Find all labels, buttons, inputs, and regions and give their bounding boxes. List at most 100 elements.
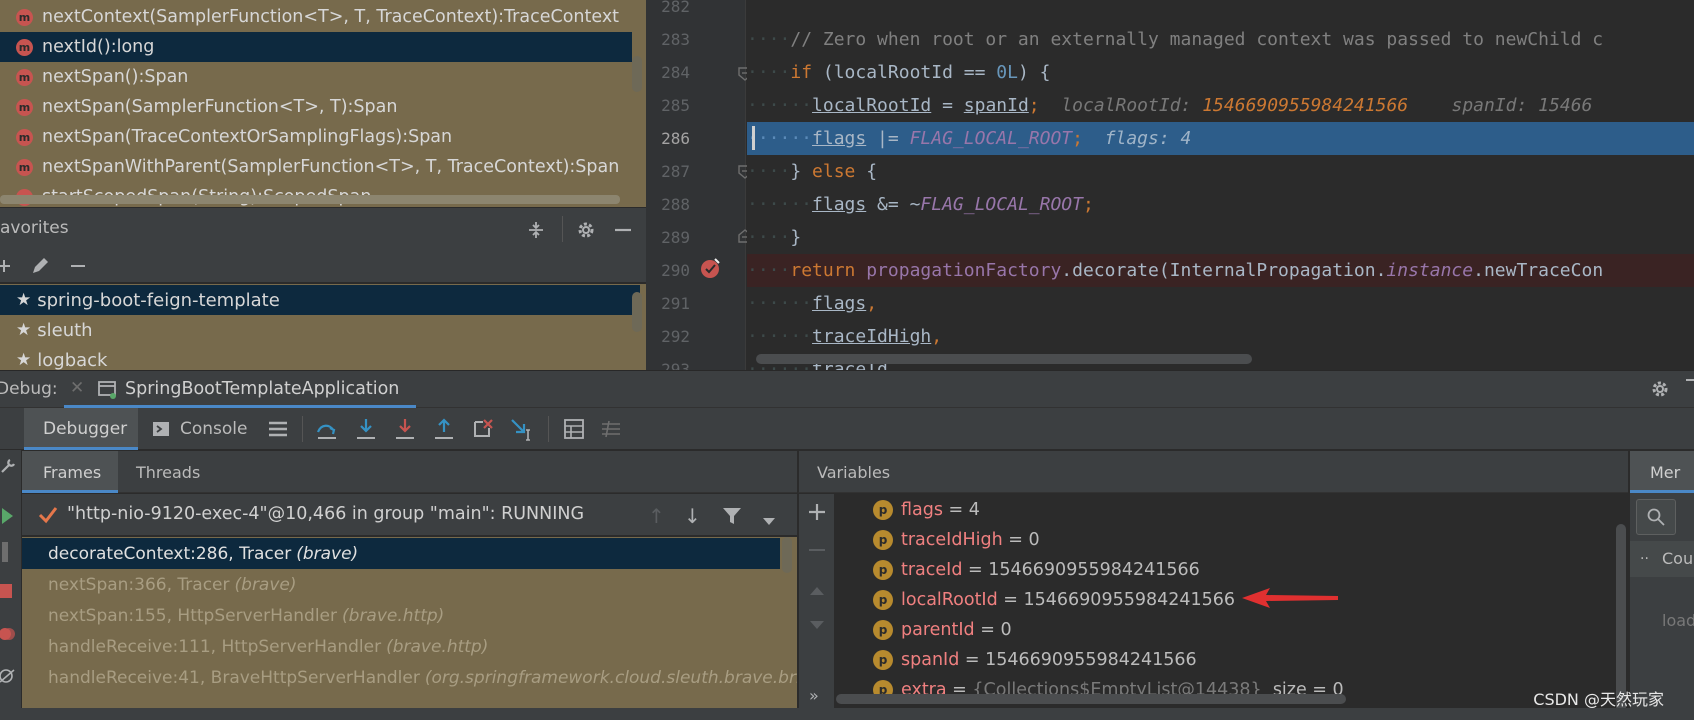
arrow-up-icon[interactable]: ↑ — [648, 504, 665, 528]
structure-item[interactable]: m nextSpan(SamplerFunction<T>, T):Span — [0, 92, 632, 122]
structure-item-selected[interactable]: m nextId():long — [0, 32, 632, 62]
evaluate-expression-icon[interactable] — [564, 419, 584, 444]
frame-method: handleReceive:41, BraveHttpServerHandler — [48, 667, 420, 688]
count-column[interactable]: Cou — [1662, 549, 1693, 568]
console-icon — [152, 421, 170, 442]
remove-watch-icon[interactable] — [809, 549, 825, 551]
tab-threads[interactable]: Threads — [132, 451, 222, 493]
static-field: instance — [1386, 260, 1474, 281]
view-breakpoints-icon[interactable] — [0, 626, 16, 647]
add-watch-icon[interactable] — [807, 502, 827, 527]
vertical-scrollbar[interactable] — [782, 537, 792, 573]
add-icon[interactable] — [0, 254, 14, 278]
frame-method: handleReceive:111, HttpServerHandler — [48, 636, 382, 657]
variable-row[interactable]: p traceId = 1546690955984241566 — [873, 555, 1200, 585]
variable-row[interactable]: p spanId = 1546690955984241566 — [873, 645, 1197, 675]
breakpoint-icon[interactable] — [700, 257, 722, 284]
edit-icon[interactable] — [28, 254, 52, 278]
wrench-icon[interactable] — [0, 456, 16, 481]
frame-row[interactable]: handleReceive:41, BraveHttpServerHandler… — [22, 662, 797, 693]
layout-icon[interactable] — [268, 420, 288, 443]
frame-row[interactable]: nextSpan:366, Tracer (brave) — [22, 569, 780, 600]
move-up-icon[interactable] — [809, 582, 825, 602]
field-icon: p — [873, 560, 893, 580]
run-config-tab[interactable]: SpringBootTemplateApplication — [125, 379, 399, 399]
move-down-icon[interactable] — [809, 616, 825, 636]
variable-value: 0 — [1000, 620, 1012, 640]
code-line: ····// Zero when root or an externally m… — [747, 29, 1604, 50]
favorites-item[interactable]: ★ sleuth — [0, 315, 640, 345]
collapse-all-icon[interactable] — [524, 218, 548, 242]
trace-stream-icon[interactable] — [601, 419, 621, 444]
line-number: 292 — [661, 327, 690, 346]
search-input[interactable] — [1636, 499, 1676, 535]
structure-item-label: nextSpan(TraceContextOrSamplingFlags):Sp… — [42, 127, 453, 147]
structure-item[interactable]: m nextSpan():Span — [0, 62, 632, 92]
horizontal-scrollbar[interactable] — [836, 694, 1346, 704]
favorites-header: avorites — [0, 207, 646, 249]
favorites-item-label: spring-boot-feign-template — [37, 289, 280, 311]
step-over-icon[interactable] — [355, 418, 377, 445]
debugger-toolbar: Debugger Console — [0, 408, 1694, 450]
field-icon: p — [873, 530, 893, 550]
editor-horizontal-scrollbar[interactable] — [756, 354, 1252, 364]
debug-label: Debug: — [0, 379, 58, 399]
tab-memory[interactable]: Mer — [1630, 451, 1694, 493]
variable-row[interactable]: p localRootId = 1546690955984241566 — [873, 585, 1235, 615]
thread-selector[interactable]: "http-nio-9120-exec-4"@10,466 in group "… — [22, 494, 797, 536]
favorites-item-label: logback — [37, 349, 108, 371]
horizontal-scrollbar[interactable] — [0, 195, 620, 204]
resume-icon[interactable] — [0, 506, 16, 531]
expand-more-icon[interactable]: » — [809, 686, 819, 705]
tab-frames[interactable]: Frames — [22, 451, 118, 493]
tab-console[interactable]: Console — [148, 408, 268, 450]
gear-icon[interactable] — [1648, 377, 1672, 401]
structure-item[interactable]: m nextSpanWithParent(SamplerFunction<T>, … — [0, 152, 632, 182]
gear-icon[interactable] — [573, 217, 599, 243]
variable: spanId — [963, 95, 1029, 116]
stop-icon[interactable] — [0, 584, 12, 598]
run-to-cursor-icon[interactable] — [510, 418, 534, 447]
close-tab-icon[interactable]: ✕ — [70, 378, 84, 398]
frame-row-selected[interactable]: decorateContext:286, Tracer (brave) — [22, 538, 780, 569]
favorites-item[interactable]: ★ logback — [0, 345, 640, 371]
variable-row[interactable]: p traceIdHigh = 0 — [873, 525, 1040, 555]
remove-icon[interactable] — [66, 254, 90, 278]
arrow-down-icon[interactable]: ↓ — [684, 504, 701, 528]
favorites-item-selected[interactable]: ★ spring-boot-feign-template — [0, 285, 640, 315]
structure-item[interactable]: m nextContext(SamplerFunction<T>, T, Trac… — [0, 2, 632, 32]
tab-debugger[interactable]: Debugger — [24, 408, 138, 450]
tab-label: Debugger — [43, 419, 128, 439]
tab-label: Threads — [136, 463, 201, 482]
code-line-current: ······flags |= FLAG_LOCAL_ROOT; flags: 4 — [747, 122, 1694, 155]
drop-frame-icon[interactable] — [472, 418, 494, 445]
favorites-list: ★ spring-boot-feign-template ★ sleuth ★ log… — [0, 284, 646, 370]
variables-list: p flags = 4 p traceIdHigh = 0 p traceId = 1… — [836, 494, 1628, 720]
frame-row[interactable]: nextSpan:155, HttpServerHandler (brave.ht… — [22, 600, 780, 631]
variable-row[interactable]: p parentId = 0 — [873, 615, 1012, 645]
variable: localRootId — [812, 95, 932, 116]
line-number: 291 — [661, 294, 690, 313]
line-number: 284 — [661, 63, 690, 82]
line-number: 283 — [661, 30, 690, 49]
tab-label: Mer — [1650, 463, 1681, 482]
code-editor[interactable]: ····// Zero when root or an externally m… — [747, 0, 1694, 370]
code-text: ) { — [1017, 62, 1051, 83]
step-into-icon[interactable] — [394, 418, 416, 445]
step-out-icon[interactable] — [433, 418, 455, 445]
minimize-icon[interactable] — [1686, 379, 1694, 381]
pause-icon[interactable] — [2, 542, 8, 562]
show-execution-point-icon[interactable] — [316, 418, 338, 445]
constant: FLAG_LOCAL_ROOT — [909, 128, 1073, 149]
frame-row[interactable]: handleReceive:111, HttpServerHandler (bra… — [22, 631, 780, 662]
variable-row[interactable]: p flags = 4 — [873, 495, 980, 525]
chevron-down-icon[interactable] — [762, 512, 776, 532]
structure-item[interactable]: m nextSpan(TraceContextOrSamplingFlags):S… — [0, 122, 632, 152]
vertical-scrollbar[interactable] — [632, 56, 642, 92]
filter-icon[interactable] — [722, 506, 742, 531]
inline-value-hint: flags: 4 — [1104, 128, 1192, 149]
vertical-scrollbar[interactable] — [632, 292, 642, 332]
mute-breakpoints-icon[interactable] — [0, 668, 16, 689]
minimize-icon[interactable] — [610, 217, 636, 243]
